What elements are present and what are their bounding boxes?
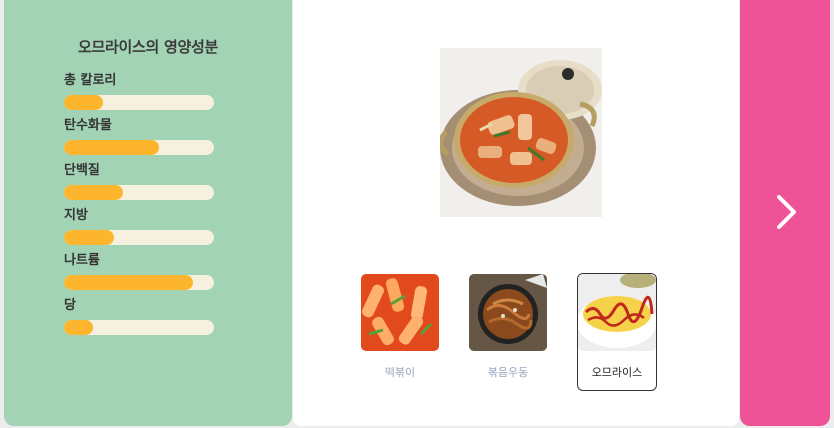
nutrient-protein: 단백질 (64, 162, 224, 200)
chevron-right-icon (777, 195, 796, 229)
nutrient-carbs: 탄수화물 (64, 117, 224, 155)
nutrient-sugar: 당 (64, 297, 224, 335)
food-option-label: 오므라이스 (591, 366, 643, 379)
nutrient-label: 총 칼로리 (64, 73, 117, 88)
food-option-label: 떡볶이 (384, 366, 416, 379)
food-option-label: 볶음우동 (487, 366, 529, 379)
nutrient-label: 단백질 (64, 163, 100, 178)
food-option-omurice[interactable]: 오므라이스 (577, 273, 657, 391)
nutrient-label: 당 (64, 298, 76, 313)
nutrient-bar (64, 320, 214, 335)
food-option-bokkeum-udon[interactable]: 볶음우동 (468, 273, 548, 391)
nutrient-bar-fill (64, 275, 193, 290)
nutrition-panel: 오므라이스의 영양성분 총 칼로리 탄수화물 단백질 지방 나트륨 당 (4, 0, 292, 426)
next-button[interactable] (740, 0, 830, 426)
nutrient-bar (64, 230, 214, 245)
nutrient-bar-fill (64, 230, 114, 245)
nutrient-bar (64, 140, 214, 155)
nutrient-label: 나트륨 (64, 253, 100, 268)
nutrition-title: 오므라이스의 영양성분 (78, 38, 218, 56)
tteokbokki-pot-image (440, 48, 602, 217)
nutrient-bar (64, 95, 214, 110)
nutrient-bar-fill (64, 185, 123, 200)
nutrient-bar-fill (64, 140, 159, 155)
nutrient-bar-fill (64, 95, 103, 110)
bokkeum-udon-thumbnail (469, 274, 547, 351)
nutrient-label: 지방 (64, 208, 88, 223)
food-option-tteokbokki[interactable]: 떡볶이 (360, 273, 440, 391)
nutrient-sodium: 나트륨 (64, 252, 224, 290)
nutrient-fat: 지방 (64, 207, 224, 245)
nutrient-bar (64, 185, 214, 200)
nutrient-bar (64, 275, 214, 290)
tteokbokki-thumbnail (361, 274, 439, 351)
nutrient-bar-fill (64, 320, 93, 335)
nutrient-label: 탄수화물 (64, 118, 112, 133)
food-card: 떡볶이 볶음우동 오므라이스 (293, 0, 739, 426)
omurice-thumbnail (578, 274, 656, 351)
nutrient-calories: 총 칼로리 (64, 72, 224, 110)
